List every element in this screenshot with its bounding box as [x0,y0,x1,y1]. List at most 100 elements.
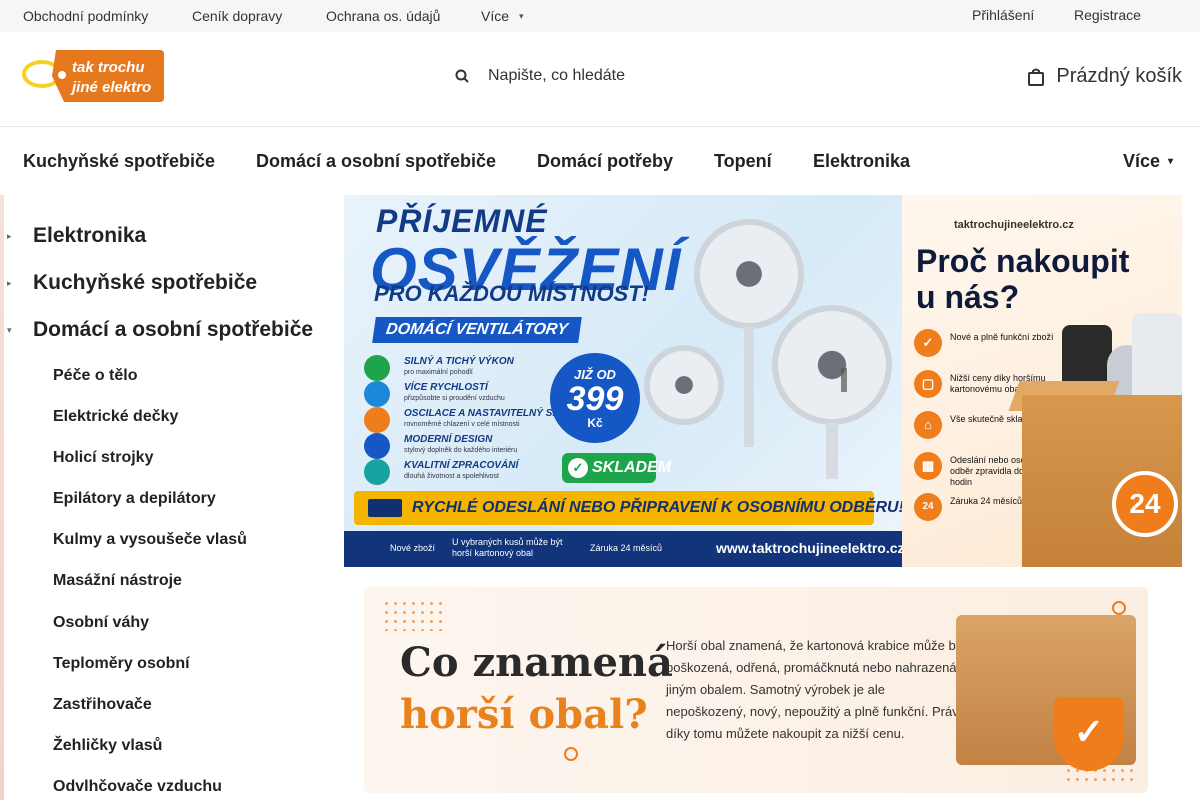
sidebar-sub-shavers[interactable]: Holicí strojky [53,449,153,467]
feature-sub: stylový doplněk do každého interiéru [404,447,518,454]
search-icon[interactable] [455,69,469,83]
sidebar-category-home-personal[interactable]: Domácí a osobní spotřebiče [33,318,313,342]
sidebar-category-electronics[interactable]: Elektronika [33,224,146,248]
footer-box: U vybraných kusů může být horší kartonov… [452,537,563,558]
chevron-right-icon[interactable]: ▸ [7,278,12,289]
warranty-badge: 24 [1112,471,1178,537]
shopping-bag-icon [1028,68,1045,86]
feature-icon [364,433,390,459]
why-row-text: Nové a plně funkční zboží [950,332,1054,342]
search-box[interactable]: Napište, co hledáte [455,64,625,88]
nav-kitchen-appliances[interactable]: Kuchyňské spotřebiče [23,151,215,172]
register-link[interactable]: Registrace [1074,7,1141,23]
sidebar-category-kitchen[interactable]: Kuchyňské spotřebiče [33,271,257,295]
nav-more[interactable]: Více ▾ [1123,151,1173,172]
sidebar-sub-hair-straighteners[interactable]: Žehličky vlasů [53,737,162,755]
fan-image [644,345,724,425]
footer-new: Nové zboží [390,543,436,553]
cart-label: Prázdný košík [1056,65,1182,87]
warehouse-icon: ⌂ [914,411,942,439]
check-icon: ✓ [568,458,588,478]
sidebar-sub-massagers[interactable]: Masážní nástroje [53,572,182,590]
in-stock-badge: ✓ SKLADEM [562,453,671,483]
feature-4: MODERNÍ DESIGN stylový doplněk do každéh… [364,433,554,459]
banner-why-title: Proč nakoupit u nás? [916,243,1129,315]
feature-sub: dlouhá životnost a spolehlivost [404,473,499,480]
chevron-right-icon[interactable]: ▸ [7,231,12,242]
footer-web: www.taktrochujineelektro.cz [716,540,902,556]
nav-more-label: Více [1123,151,1161,171]
sidebar-sub-dehumidifiers[interactable]: Odvlhčovače vzduchu [53,778,222,796]
banner-why-title-1: Proč nakoupit [916,243,1130,279]
truck-icon: ▩ [914,452,942,480]
price-unit: Kč [587,416,603,430]
feature-title: KVALITNÍ ZPRACOVÁNÍ [404,460,519,471]
sidebar-sub-thermometers[interactable]: Teploměry osobní [53,655,190,673]
logo-graphic: tak trochu jiné elektro [22,50,164,102]
feature-title: VÍCE RYCHLOSTÍ [404,382,488,393]
banner-why-title-2: u nás? [916,279,1020,315]
why-row-text: Záruka 24 měsíců [950,496,1023,506]
search-placeholder[interactable]: Napište, co hledáte [488,67,625,85]
feature-icon [364,355,390,381]
nav-heating[interactable]: Topení [714,151,772,172]
fan-image [772,305,892,425]
sidebar-sub-body-care[interactable]: Péče o tělo [53,367,137,385]
shipping-strip: RYCHLÉ ODESLÁNÍ NEBO PŘIPRAVENÍ K OSOBNÍ… [354,491,902,525]
link-shipping-prices[interactable]: Ceník dopravy [192,8,282,24]
banner-fans-title-3: PRO KAŽDOU MÍSTNOST! [374,281,649,306]
why-row-1: ✓ Nové a plně funkční zboží [914,329,1054,359]
shipping-text: RYCHLÉ ODESLÁNÍ NEBO PŘIPRAVENÍ K OSOBNÍ… [412,499,902,516]
washer-image [1132,313,1182,403]
feature-2: VÍCE RYCHLOSTÍ přizpůsobte si proudění v… [364,381,554,407]
banner-box-text: Horší obal znamená, že kartonová krabice… [666,638,966,741]
banner-fans-promo[interactable]: PŘÍJEMNÉ OSVĚŽENÍ PRO KAŽDOU MÍSTNOST! D… [344,195,902,567]
cart-button[interactable]: Prázdný košík [1028,65,1182,88]
login-link[interactable]: Přihlášení [972,7,1034,23]
feature-icon [364,459,390,485]
footer-warranty: Záruka 24 měsíců [590,543,663,553]
feature-icon [364,407,390,433]
box-icon: ▢ [914,370,942,398]
nav-household-goods[interactable]: Domácí potřeby [537,151,673,172]
category-sidebar: ▸ Elektronika ▸ Kuchyňské spotřebiče ▾ D… [4,195,330,800]
link-more[interactable]: Více ▾ [481,8,524,24]
banner-fans-tag: DOMÁCÍ VENTILÁTORY [372,317,582,343]
logo[interactable]: tak trochu jiné elektro [22,44,164,104]
fan-image [694,219,804,329]
banner-worse-packaging[interactable]: Co znamená horší obal? Horší obal znamen… [364,587,1148,793]
sidebar-sub-trimmers[interactable]: Zastřihovače [53,696,152,714]
feature-1: SILNÝ A TICHÝ VÝKON pro maximální pohodl… [364,355,554,381]
feature-title: SILNÝ A TICHÝ VÝKON [404,356,514,367]
logo-text-1: tak trochu [72,59,145,76]
decor-circle [1112,601,1126,615]
chevron-down-icon[interactable]: ▾ [7,325,12,336]
link-privacy[interactable]: Ochrana os. údajů [326,8,440,24]
link-terms[interactable]: Obchodní podmínky [23,8,148,24]
decor-circle [564,747,578,761]
banner-why-brand: taktrochujineelektro.cz [954,219,1074,231]
nav-electronics[interactable]: Elektronika [813,151,910,172]
truck-icon [368,499,402,517]
price-value: 399 [566,380,624,418]
header: tak trochu jiné elektro Napište, co hled… [0,32,1200,127]
fan-stand [744,327,754,447]
play-icon[interactable] [838,364,864,396]
banner-footer: Nové zboží U vybraných kusů může být hor… [344,531,902,567]
shield-icon: 24 [914,493,942,521]
sidebar-sub-epilators[interactable]: Epilátory a depilátory [53,490,216,508]
feature-3: OSCILACE A NASTAVITELNÝ SKLON rovnoměrné… [364,407,581,433]
price-badge: JIŽ OD 399 Kč [550,353,640,443]
banner-why-buy[interactable]: taktrochujineelektro.cz Proč nakoupit u … [902,195,1182,567]
feature-icon [364,381,390,407]
nav-home-personal-appliances[interactable]: Domácí a osobní spotřebiče [256,151,496,172]
sidebar-sub-scales[interactable]: Osobní váhy [53,614,149,632]
chevron-down-icon: ▾ [519,11,524,21]
top-bar: Obchodní podmínky Ceník dopravy Ochrana … [0,0,1200,32]
sidebar-sub-electric-blankets[interactable]: Elektrické dečky [53,408,178,426]
feature-sub: rovnoměrné chlazení v celé místnosti [404,421,520,428]
link-more-label: Více [481,8,510,24]
sidebar-sub-hair-dryers[interactable]: Kulmy a vysoušeče vlasů [53,531,247,549]
fan-stand [826,423,838,479]
check-icon: ✓ [914,329,942,357]
